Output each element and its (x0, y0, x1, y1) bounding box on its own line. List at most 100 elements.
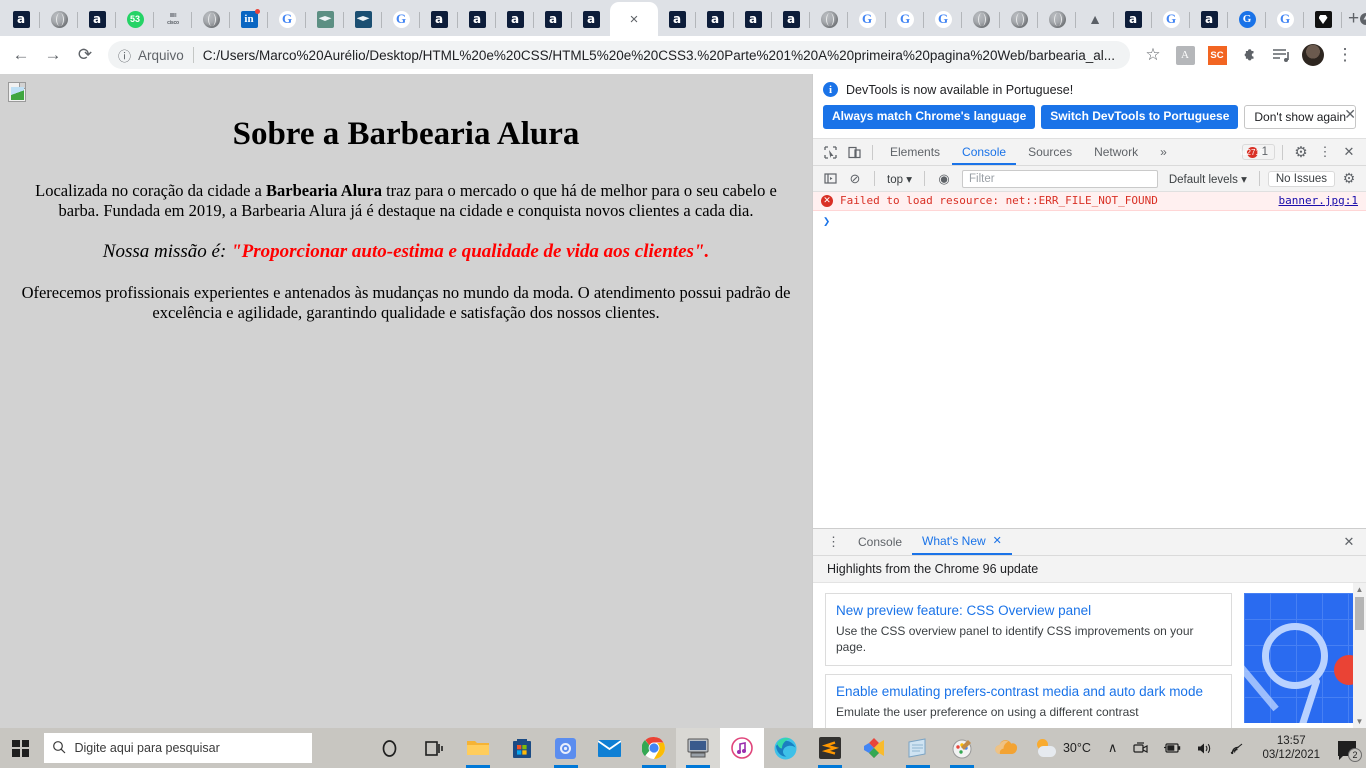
browser-tab[interactable]: a (534, 3, 572, 36)
browser-tab[interactable] (1304, 3, 1342, 36)
new-tab-button[interactable]: + (1348, 5, 1359, 33)
drawer-close-icon[interactable]: ✕ (1338, 532, 1360, 553)
browser-tab[interactable]: G (268, 3, 306, 36)
browser-tab[interactable]: a (734, 3, 772, 36)
browser-tab[interactable]: a (458, 3, 496, 36)
browser-tab[interactable]: G (886, 3, 924, 36)
scrollbar-thumb[interactable] (1355, 597, 1364, 630)
settings-icon[interactable] (544, 728, 588, 768)
card-title-link[interactable]: Enable emulating prefers-contrast media … (836, 682, 1221, 702)
switch-devtools-language-button[interactable]: Switch DevTools to Portuguese (1041, 105, 1239, 129)
browser-tab[interactable] (306, 3, 344, 36)
profile-avatar[interactable] (1298, 40, 1328, 70)
drawer-menu-icon[interactable]: ⋮ (819, 534, 848, 550)
itunes-icon[interactable] (719, 728, 764, 768)
volume-icon[interactable] (1190, 728, 1220, 768)
extensions-puzzle-icon[interactable] (1234, 40, 1264, 70)
devtools-menu-icon[interactable]: ⋮ (1314, 142, 1336, 163)
taskbar-search-box[interactable]: Digite aqui para pesquisar (43, 733, 312, 763)
browser-tab[interactable] (1038, 3, 1076, 36)
camera-icon[interactable] (1126, 728, 1155, 768)
bookmark-star-icon[interactable]: ☆ (1138, 40, 1168, 70)
issues-button[interactable]: No Issues (1267, 170, 1335, 187)
browser-tab-active[interactable]: × (610, 2, 658, 36)
banner-close-icon[interactable]: ✕ (1344, 106, 1356, 123)
paint-icon[interactable] (940, 728, 984, 768)
browser-tab[interactable] (962, 3, 1000, 36)
taskbar-clock[interactable]: 13:57 03/12/2021 (1254, 734, 1328, 763)
profile-indicator-icon[interactable] (1359, 5, 1366, 33)
console-error-row[interactable]: ✕ Failed to load resource: net::ERR_FILE… (813, 192, 1366, 211)
card-title-link[interactable]: New preview feature: CSS Overview panel (836, 601, 1221, 621)
devtools-tab-sources[interactable]: Sources (1018, 139, 1082, 165)
live-expression-eye-icon[interactable]: ◉ (933, 168, 955, 189)
mail-icon[interactable] (588, 728, 632, 768)
start-button[interactable] (0, 728, 42, 768)
file-explorer-icon[interactable] (456, 728, 500, 768)
weather-widget[interactable]: 30°C (1028, 739, 1099, 757)
whats-new-card[interactable]: New preview feature: CSS Overview panel … (825, 593, 1232, 666)
microsoft-store-icon[interactable] (500, 728, 544, 768)
edge-icon[interactable] (764, 728, 808, 768)
browser-tab[interactable]: 53 (116, 3, 154, 36)
browser-tab[interactable]: a (772, 3, 810, 36)
drawer-tab-console[interactable]: Console (848, 529, 912, 555)
pdf-extension-icon[interactable]: A (1170, 40, 1200, 70)
cortana-icon[interactable] (368, 728, 412, 768)
sublime-text-icon[interactable] (808, 728, 852, 768)
inspect-element-icon[interactable] (819, 142, 841, 163)
browser-tab[interactable] (1000, 3, 1038, 36)
visual-studio-icon[interactable] (852, 728, 896, 768)
devtools-tab-console[interactable]: Console (952, 139, 1017, 165)
whats-new-card[interactable]: Enable emulating prefers-contrast media … (825, 673, 1232, 728)
network-wifi-icon[interactable] (1222, 728, 1252, 768)
drawer-tab-close-icon[interactable]: ✕ (993, 533, 1002, 550)
sc-extension-icon[interactable]: SC (1202, 40, 1232, 70)
console-filter-input[interactable]: Filter (961, 169, 1158, 188)
show-hidden-icons-chevron[interactable]: ∧ (1101, 728, 1125, 768)
console-error-source-link[interactable]: banner.jpg:1 (1279, 194, 1358, 207)
scroll-down-arrow-icon[interactable]: ▼ (1353, 715, 1366, 728)
chrome-menu-button[interactable]: ⋮ (1330, 40, 1360, 70)
browser-tab[interactable]: G (1266, 3, 1304, 36)
browser-tab[interactable]: a (572, 3, 610, 36)
whats-new-scrollbar[interactable]: ▲ ▼ (1353, 583, 1366, 728)
browser-tab[interactable]: in (230, 3, 268, 36)
browser-tab[interactable] (344, 3, 382, 36)
devtools-tab-network[interactable]: Network (1084, 139, 1148, 165)
always-match-language-button[interactable]: Always match Chrome's language (823, 105, 1036, 129)
battery-icon[interactable] (1157, 728, 1188, 768)
scroll-up-arrow-icon[interactable]: ▲ (1353, 583, 1366, 596)
back-button[interactable]: ← (6, 40, 36, 70)
browser-tab[interactable]: a (1114, 3, 1152, 36)
console-output[interactable]: ✕ Failed to load resource: net::ERR_FILE… (813, 192, 1366, 528)
browser-tab[interactable]: a (420, 3, 458, 36)
browser-tab[interactable]: G (924, 3, 962, 36)
browser-tab[interactable] (192, 3, 230, 36)
browser-tab[interactable]: a (2, 3, 40, 36)
task-view-icon[interactable] (412, 728, 456, 768)
browser-tab[interactable]: ▲ (1076, 3, 1114, 36)
devtools-more-tabs-icon[interactable]: » (1150, 139, 1177, 165)
browser-tab[interactable]: a (78, 3, 116, 36)
reload-button[interactable]: ⟳ (70, 40, 100, 70)
console-sidebar-toggle-icon[interactable] (819, 168, 841, 189)
drawer-tab-whats-new[interactable]: What's New ✕ (912, 529, 1012, 555)
devtools-settings-icon[interactable]: ⚙ (1290, 142, 1312, 163)
remote-desktop-icon[interactable] (675, 728, 720, 768)
browser-tab[interactable]: G (1228, 3, 1266, 36)
browser-tab[interactable]: a (696, 3, 734, 36)
browser-tab[interactable]: G (382, 3, 420, 36)
site-info-icon[interactable]: ⓘ (118, 46, 131, 65)
browser-tab[interactable]: a (1190, 3, 1228, 36)
console-prompt[interactable]: ❯ (813, 211, 1366, 231)
tab-close-icon[interactable]: × (630, 12, 639, 27)
browser-tab[interactable]: G (848, 3, 886, 36)
forward-button[interactable]: → (38, 40, 68, 70)
browser-tab[interactable]: a (496, 3, 534, 36)
address-bar[interactable]: ⓘ Arquivo C:/Users/Marco%20Aurélio/Deskt… (108, 41, 1130, 69)
console-settings-icon[interactable]: ⚙ (1338, 168, 1360, 189)
clear-console-icon[interactable]: ⊘ (844, 168, 866, 189)
device-toolbar-icon[interactable] (843, 142, 865, 163)
console-context-selector[interactable]: top ▾ (883, 172, 916, 186)
